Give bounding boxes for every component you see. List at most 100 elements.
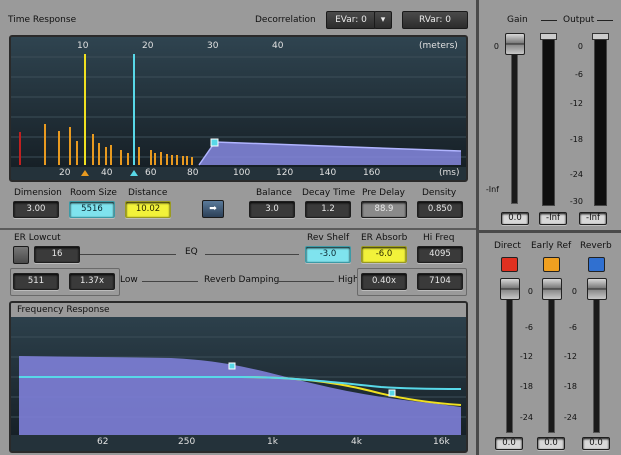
- early-ref-value[interactable]: 0.0: [537, 437, 565, 450]
- gain-scale-inf: -Inf: [485, 185, 499, 194]
- ms-tick-140: 140: [319, 168, 337, 178]
- output-scale-12: -12: [569, 99, 583, 108]
- eq-line-left: [80, 254, 176, 255]
- rvar-button[interactable]: RVar: 0: [402, 11, 468, 29]
- time-response-display: 10 20 30 40 (meters) 20 40 60 80 100 120…: [9, 35, 468, 182]
- reverb-label: Reverb: [580, 241, 612, 251]
- pre-delay-value[interactable]: 88.9: [361, 201, 407, 218]
- reverb-fader-handle[interactable]: [587, 278, 607, 300]
- early-ref-fader-track[interactable]: [548, 281, 555, 433]
- direct-scale-12: -12: [519, 352, 533, 361]
- er-absorb-label: ER Absorb: [361, 233, 408, 243]
- direct-fader-track[interactable]: [506, 281, 513, 433]
- direct-solo-button[interactable]: [501, 257, 518, 272]
- meters-unit: (meters): [419, 41, 458, 51]
- room-size-value[interactable]: 5516: [69, 201, 115, 218]
- rev-shelf-value[interactable]: -3.0: [305, 246, 351, 263]
- decay-time-label: Decay Time: [302, 188, 356, 198]
- direct-scale-18: -18: [519, 382, 533, 391]
- decay-time-value[interactable]: 1.2: [305, 201, 351, 218]
- meters-tick-20: 20: [142, 41, 154, 51]
- meters-tick-30: 30: [207, 41, 219, 51]
- output-meter-right: [594, 38, 607, 206]
- ms-tick-120: 120: [276, 168, 294, 178]
- meters-tick-10: 10: [77, 41, 89, 51]
- output-scale-0: 0: [577, 42, 583, 51]
- direct-scale-0: 0: [527, 287, 533, 296]
- early-ref-scale-0: 0: [571, 287, 577, 296]
- reverb-solo-button[interactable]: [588, 257, 605, 272]
- time-response-panel: Time Response Decorrelation EVar: 0 ▾ RV…: [0, 0, 476, 228]
- early-ref-scale-18: -18: [563, 382, 577, 391]
- output-right-value: -Inf: [579, 212, 607, 225]
- reverb-damping-label: Reverb Damping: [204, 275, 280, 285]
- early-ref-scale-6: -6: [569, 323, 577, 332]
- high-mult-value[interactable]: 0.40x: [361, 273, 407, 290]
- evar-button[interactable]: EVar: 0: [326, 11, 376, 29]
- room-size-label: Room Size: [70, 188, 117, 198]
- ms-tick-20: 20: [59, 168, 71, 178]
- gain-fader-track[interactable]: [511, 36, 518, 204]
- early-ref-solo-button[interactable]: [543, 257, 560, 272]
- output-meter-left: [542, 38, 555, 206]
- frequency-response-display: Frequency Response 62 250 1k 4k 16k: [9, 301, 468, 453]
- distance-label: Distance: [128, 188, 168, 198]
- early-ref-scale-24: -24: [563, 413, 577, 422]
- er-absorb-value[interactable]: -6.0: [361, 246, 407, 263]
- gain-value[interactable]: 0.0: [501, 212, 529, 225]
- output-label: Output: [563, 15, 595, 25]
- low-freq-value[interactable]: 511: [13, 273, 59, 290]
- balance-value[interactable]: 3.0: [249, 201, 295, 218]
- ms-tick-40: 40: [101, 168, 113, 178]
- reverb-fader-track[interactable]: [593, 281, 600, 433]
- freq-tick-62: 62: [97, 437, 109, 447]
- low-label: Low: [120, 275, 138, 285]
- link-arrow-button[interactable]: ➡: [202, 200, 224, 218]
- er-lowcut-value[interactable]: 16: [34, 246, 80, 263]
- hi-freq-value[interactable]: 4095: [417, 246, 463, 263]
- freq-tick-1k: 1k: [267, 437, 278, 447]
- gain-fader-handle[interactable]: [505, 33, 525, 55]
- damping-line-left: [142, 281, 198, 282]
- output-line-right: [597, 20, 613, 21]
- output-meter-right-cap: [592, 33, 609, 40]
- ms-unit: (ms): [439, 168, 460, 178]
- density-value[interactable]: 0.850: [417, 201, 463, 218]
- arrow-right-icon: ➡: [209, 204, 217, 214]
- output-scale-18: -18: [569, 135, 583, 144]
- eq-label: EQ: [185, 247, 198, 257]
- direct-scale-6: -6: [525, 323, 533, 332]
- direct-label: Direct: [494, 241, 521, 251]
- output-scale-6: -6: [575, 70, 583, 79]
- freq-tick-4k: 4k: [351, 437, 362, 447]
- eq-panel: ER Lowcut 16 EQ Rev Shelf -3.0 ER Absorb…: [0, 230, 476, 300]
- low-mult-value[interactable]: 1.37x: [69, 273, 115, 290]
- gain-output-panel: Gain Output 0 -Inf 0 -6 -12 -18 -24 -30 …: [479, 0, 621, 230]
- rev-shelf-label: Rev Shelf: [307, 233, 350, 243]
- er-lowcut-toggle[interactable]: [13, 246, 29, 264]
- evar-dropdown-button[interactable]: ▾: [374, 11, 392, 29]
- dimension-label: Dimension: [14, 188, 62, 198]
- output-left-value: -Inf: [539, 212, 567, 225]
- frequency-response-graph: [11, 303, 466, 451]
- early-ref-label: Early Ref: [531, 241, 572, 251]
- eq-line-right: [205, 254, 299, 255]
- output-line-left: [541, 20, 557, 21]
- ms-tick-160: 160: [363, 168, 381, 178]
- reverb-value[interactable]: 0.0: [582, 437, 610, 450]
- frequency-response-panel: Frequency Response 62 250 1k 4k 16k: [0, 300, 476, 455]
- gain-label: Gain: [507, 15, 528, 25]
- ms-tick-100: 100: [233, 168, 251, 178]
- mix-panel: Direct Early Ref Reverb 0 -6 -12 -18 -24…: [479, 233, 621, 455]
- dimension-value[interactable]: 3.00: [13, 201, 59, 218]
- high-freq-value[interactable]: 7104: [417, 273, 463, 290]
- early-ref-scale-12: -12: [563, 352, 577, 361]
- output-meter-left-cap: [540, 33, 557, 40]
- distance-value[interactable]: 10.02: [125, 201, 171, 218]
- density-label: Density: [422, 188, 457, 198]
- direct-scale-24: -24: [519, 413, 533, 422]
- direct-value[interactable]: 0.0: [495, 437, 523, 450]
- meters-tick-40: 40: [272, 41, 284, 51]
- time-response-graph: [11, 37, 466, 180]
- er-lowcut-label: ER Lowcut: [14, 233, 61, 243]
